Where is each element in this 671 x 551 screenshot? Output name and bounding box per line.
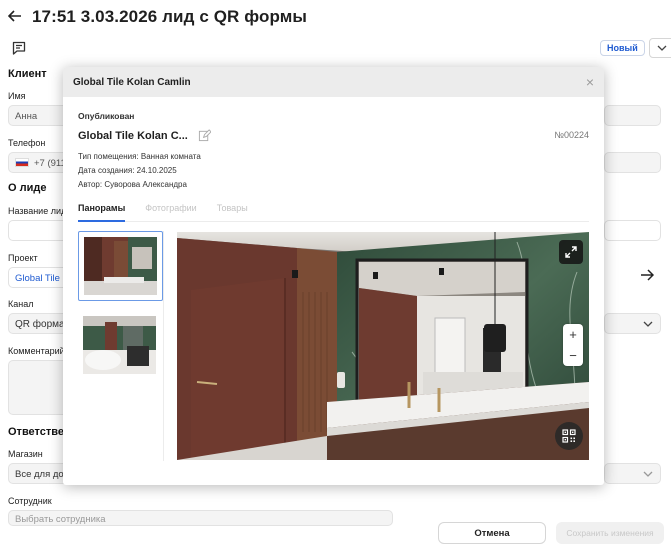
created-date: Дата создания: 24.10.2025 bbox=[78, 166, 177, 175]
save-button[interactable]: Сохранить изменения bbox=[556, 522, 664, 544]
zoom-controls: + − bbox=[563, 324, 583, 366]
status-select[interactable]: Новый bbox=[600, 38, 671, 58]
client-heading: Клиент bbox=[8, 68, 47, 80]
lead-name-field-right[interactable] bbox=[604, 220, 661, 241]
panorama-thumb-2-image bbox=[83, 316, 158, 376]
chevron-down-icon bbox=[643, 321, 653, 327]
project-name: Global Tile Kolan C... bbox=[78, 129, 188, 142]
phone-label: Телефон bbox=[8, 138, 46, 148]
tab-photos[interactable]: Фотографии bbox=[145, 201, 196, 222]
panorama-viewer[interactable]: + − bbox=[177, 232, 589, 460]
zoom-in-button[interactable]: + bbox=[569, 327, 577, 342]
page-title: 17:51 3.03.2026 лид с QR формы bbox=[32, 6, 308, 26]
channel-select-right[interactable] bbox=[604, 313, 661, 334]
project-number: №00224 bbox=[554, 130, 589, 140]
lead-name-label: Название лид bbox=[8, 206, 67, 216]
panorama-thumbnails bbox=[78, 231, 164, 461]
modal-header: Global Tile Kolan Camlin × bbox=[63, 67, 604, 97]
employee-label: Сотрудник bbox=[8, 496, 52, 506]
shop-label: Магазин bbox=[8, 449, 43, 459]
channel-label: Канал bbox=[8, 299, 34, 309]
chat-icon[interactable] bbox=[11, 40, 27, 56]
shop-select-right[interactable] bbox=[604, 463, 661, 484]
panorama-thumb-2[interactable] bbox=[78, 311, 163, 381]
zoom-out-button[interactable]: − bbox=[569, 348, 577, 363]
ru-flag-icon bbox=[15, 158, 29, 167]
cancel-button[interactable]: Отмена bbox=[438, 522, 546, 544]
tab-panoramas[interactable]: Панорамы bbox=[78, 201, 126, 222]
chevron-down-icon bbox=[643, 471, 653, 477]
panorama-thumb-1-image bbox=[84, 237, 157, 295]
modal-tabs: Панорамы Фотографии Товары bbox=[78, 201, 589, 222]
employee-select[interactable]: Выбрать сотрудника bbox=[8, 510, 393, 526]
close-icon[interactable]: × bbox=[586, 74, 594, 90]
page-header: 17:51 3.03.2026 лид с QR формы bbox=[7, 6, 308, 27]
project-name-row: Global Tile Kolan C... bbox=[78, 129, 211, 142]
comment-label: Комментарий bbox=[8, 346, 65, 356]
author: Автор: Суворова Александра bbox=[78, 180, 187, 189]
status-badge: Новый bbox=[600, 40, 645, 56]
phone-field-right[interactable] bbox=[604, 152, 661, 173]
publish-status: Опубликован bbox=[78, 111, 135, 121]
edit-icon[interactable] bbox=[198, 129, 211, 142]
modal-title: Global Tile Kolan Camlin bbox=[73, 76, 191, 88]
name-field-right[interactable] bbox=[604, 105, 661, 126]
qr-code-icon[interactable] bbox=[555, 422, 583, 450]
name-label: Имя bbox=[8, 91, 26, 101]
back-arrow-icon[interactable] bbox=[7, 6, 24, 27]
lead-heading: О лиде bbox=[8, 182, 47, 194]
panorama-image bbox=[177, 232, 589, 460]
panorama-thumb-1[interactable] bbox=[78, 231, 163, 301]
project-label: Проект bbox=[8, 253, 38, 263]
arrow-right-icon[interactable] bbox=[640, 268, 655, 285]
chevron-down-icon[interactable] bbox=[648, 38, 671, 58]
expand-icon[interactable] bbox=[559, 240, 583, 264]
room-type: Тип помещения: Ванная комната bbox=[78, 152, 201, 161]
project-modal: Global Tile Kolan Camlin × Опубликован G… bbox=[63, 67, 604, 485]
tab-products[interactable]: Товары bbox=[217, 201, 248, 222]
